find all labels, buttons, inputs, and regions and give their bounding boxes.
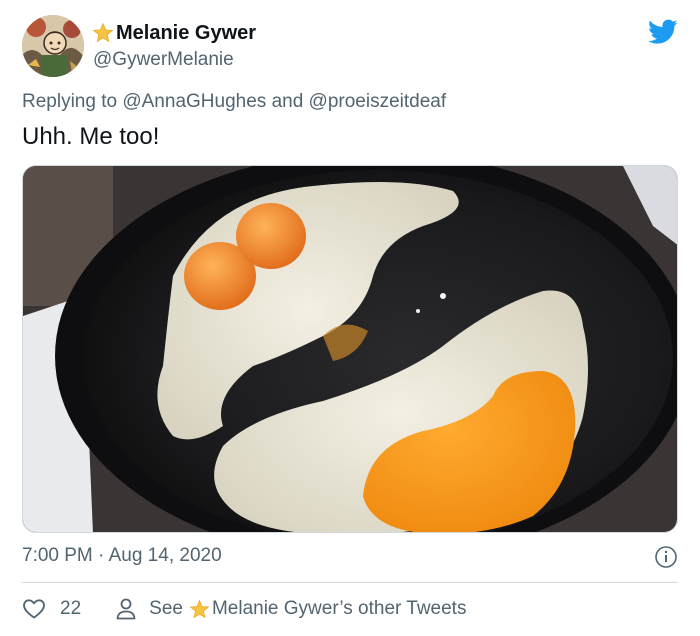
like-count: 22: [60, 598, 82, 619]
tweet-actions: 22 See Melanie Gywer’s other Tweets: [22, 596, 466, 622]
tweet-timestamp[interactable]: 7:00 PM · Aug 14, 2020: [22, 544, 222, 568]
tweet-card: Melanie Gywer @GywerMelanie Replying to …: [0, 0, 700, 636]
footer-divider: [22, 582, 678, 583]
heart-icon: [23, 599, 45, 619]
avatar-illustration: [22, 15, 84, 77]
fried-eggs-in-pan-photo: [23, 166, 677, 532]
mention-link-1[interactable]: @AnnaGHughes: [122, 91, 266, 112]
info-icon[interactable]: [654, 545, 678, 569]
avatar[interactable]: [22, 15, 84, 77]
see-other-tweets-link[interactable]: See Melanie Gywer’s other Tweets: [115, 597, 466, 621]
see-suffix: Melanie Gywer’s other Tweets: [211, 598, 467, 619]
like-button[interactable]: 22: [22, 597, 115, 621]
tweet-text: Uhh. Me too!: [22, 123, 160, 150]
reply-conjunction: and: [271, 91, 304, 112]
tweet-photo[interactable]: [22, 165, 678, 533]
author-name-row[interactable]: Melanie Gywer: [92, 20, 256, 46]
reply-context: Replying to @AnnaGHughes and @proeiszeit…: [22, 90, 446, 114]
reply-prefix: Replying to: [22, 91, 118, 112]
star-icon: [92, 22, 114, 43]
person-icon: [116, 598, 136, 620]
see-prefix: See: [149, 598, 183, 619]
star-icon: [189, 599, 210, 618]
mention-link-2[interactable]: @proeiszeitdeaf: [309, 91, 447, 112]
author-display-name: Melanie Gywer: [116, 22, 257, 44]
twitter-bird-icon[interactable]: [648, 19, 678, 45]
author-handle[interactable]: @GywerMelanie: [93, 48, 234, 72]
